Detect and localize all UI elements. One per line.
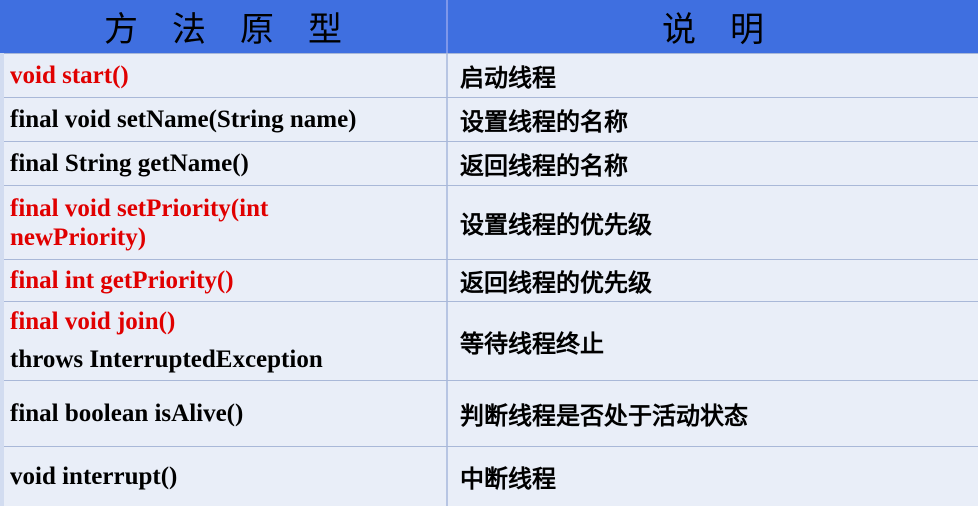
method-cell: void interrupt()	[10, 463, 178, 490]
table-row: void start() 启动线程	[0, 53, 978, 97]
table-row: final void setPriority(int newPriority) …	[0, 185, 978, 259]
header-description: 说明	[446, 0, 978, 53]
method-line: newPriority)	[10, 223, 147, 251]
description-cell: 等待线程终止	[446, 302, 978, 380]
method-table: 方法原型 说明 void start() 启动线程 final void set…	[0, 0, 978, 506]
method-line: throws InterruptedException	[10, 346, 323, 373]
method-cell: final void setPriority(int newPriority)	[0, 186, 446, 259]
method-line: final void setPriority(int	[10, 194, 269, 222]
description-cell: 返回线程的名称	[446, 142, 978, 185]
method-cell: final void join() throws InterruptedExce…	[0, 302, 446, 380]
table-header: 方法原型 说明	[0, 0, 978, 53]
header-method-prototype: 方法原型	[104, 10, 376, 50]
method-cell: final void setName(String name)	[10, 106, 357, 133]
description-cell: 设置线程的优先级	[446, 186, 978, 259]
method-cell: final int getPriority()	[10, 267, 234, 294]
table-row: final void join() throws InterruptedExce…	[0, 301, 978, 380]
table-row: final int getPriority() 返回线程的优先级	[0, 259, 978, 301]
description-cell: 启动线程	[446, 54, 978, 97]
table-row: final void setName(String name) 设置线程的名称	[0, 97, 978, 141]
method-cell: void start()	[10, 62, 129, 89]
method-cell: final String getName()	[10, 150, 249, 177]
table-row: final String getName() 返回线程的名称	[0, 141, 978, 185]
table-row: void interrupt() 中断线程	[0, 446, 978, 506]
description-cell: 中断线程	[446, 447, 978, 506]
method-line: final void join()	[10, 308, 176, 335]
table-row: final boolean isAlive() 判断线程是否处于活动状态	[0, 380, 978, 446]
description-cell: 判断线程是否处于活动状态	[446, 381, 978, 446]
table-left-border	[0, 53, 4, 506]
method-cell: final boolean isAlive()	[10, 400, 244, 427]
description-cell: 设置线程的名称	[446, 98, 978, 141]
description-cell: 返回线程的优先级	[446, 260, 978, 301]
